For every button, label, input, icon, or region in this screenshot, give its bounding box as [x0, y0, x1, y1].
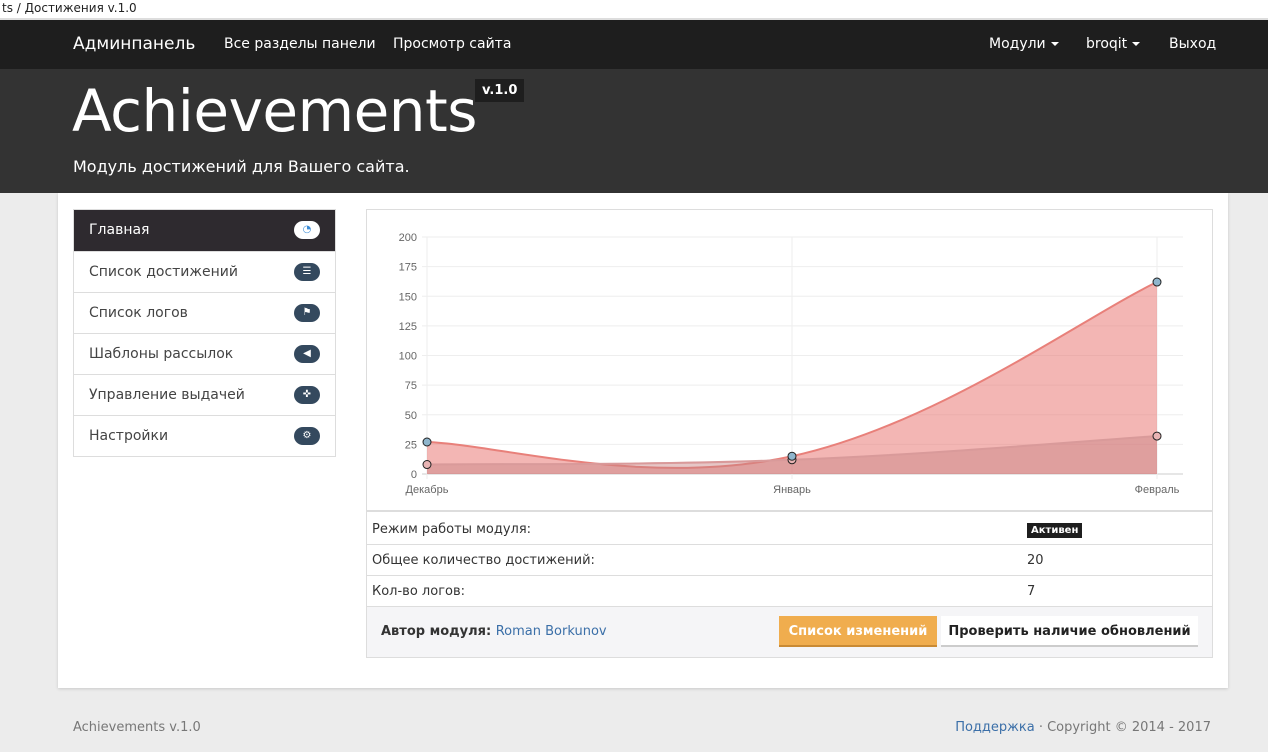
sidebar-item-label: Список достижений: [89, 264, 238, 280]
caret-down-icon: [1132, 42, 1141, 46]
author-info: Автор модуля: Roman Borkunov: [381, 624, 607, 639]
y-tick-label: 175: [399, 262, 417, 274]
x-tick-label: Декабрь: [406, 484, 449, 496]
y-tick-label: 150: [399, 291, 417, 303]
overview-panel: 0 25 50 75 100 125 150 175 200 Декабрь Январь Февра…: [366, 209, 1213, 658]
gear-icon: ⚙: [294, 427, 320, 445]
sidebar-item-label: Управление выдачей: [89, 387, 245, 403]
nav-view-site[interactable]: Просмотр сайта: [393, 20, 511, 69]
data-point: [1152, 277, 1162, 287]
author-link[interactable]: Roman Borkunov: [496, 624, 607, 639]
changelog-button[interactable]: Список изменений: [779, 616, 937, 647]
y-tick-label: 25: [405, 439, 417, 451]
browser-tab-title: ts / Достижения v.1.0: [2, 1, 137, 15]
x-tick-label: Февраль: [1135, 484, 1180, 496]
version-badge: v.1.0: [475, 79, 525, 102]
data-point: [422, 437, 432, 447]
sidebar-item-achievements[interactable]: Список достижений ☰: [74, 251, 335, 292]
support-link[interactable]: Поддержка: [955, 720, 1035, 735]
sidebar-item-label: Список логов: [89, 305, 188, 321]
stat-row-achievements: Общее количество достижений: 20: [367, 545, 1212, 576]
footer-copyright: Поддержка · Copyright © 2014 - 2017: [955, 720, 1211, 735]
nav-modules-label: Модули: [989, 36, 1046, 52]
y-tick-label: 100: [399, 351, 417, 363]
data-point: [787, 451, 797, 461]
status-badge: Активен: [1027, 523, 1083, 538]
bullhorn-icon: ◀: [294, 345, 320, 363]
y-tick-label: 125: [399, 321, 417, 333]
browser-tab-strip: ts / Достижения v.1.0: [0, 0, 1268, 20]
area-chart: 0 25 50 75 100 125 150 175 200 Декабрь Январь Февра…: [399, 232, 1183, 496]
caret-down-icon: [1050, 42, 1059, 46]
sidebar-item-logs[interactable]: Список логов ⚑: [74, 292, 335, 333]
nav-all-sections[interactable]: Все разделы панели: [224, 20, 376, 69]
author-label: Автор модуля:: [381, 624, 492, 639]
check-updates-button[interactable]: Проверить наличие обновлений: [941, 616, 1198, 647]
sidebar-item-mail-templates[interactable]: Шаблоны рассылок ◀: [74, 333, 335, 374]
sidebar-menu: Главная ◔ Список достижений ☰ Список логов…: [73, 209, 336, 457]
sidebar-item-label: Настройки: [89, 428, 169, 444]
list-icon: ☰: [294, 263, 320, 281]
navbar: Админпанель Все разделы панели Просмотр …: [0, 20, 1268, 69]
data-point: [422, 460, 432, 470]
sidebar-item-distribution[interactable]: Управление выдачей ✜: [74, 374, 335, 415]
stats-chart: 0 25 50 75 100 125 150 175 200 Декабрь Январь Февра…: [367, 210, 1212, 512]
x-tick-label: Январь: [773, 484, 811, 496]
stat-label: Общее количество достижений:: [372, 553, 595, 568]
data-point: [1152, 431, 1162, 441]
stat-value: 7: [1027, 584, 1036, 599]
stat-row-logs: Кол-во логов: 7: [367, 576, 1212, 607]
sidebar-item-settings[interactable]: Настройки ⚙: [74, 415, 335, 456]
panel-footer: Автор модуля: Roman Borkunov Список изме…: [367, 607, 1212, 657]
flag-icon: ⚑: [294, 304, 320, 322]
footer-version: Achievements v.1.0: [73, 720, 201, 735]
sidebar-item-label: Главная: [89, 222, 150, 238]
y-tick-label: 75: [405, 380, 417, 392]
y-tick-label: 50: [405, 410, 417, 422]
y-tick-label: 0: [411, 469, 417, 481]
page-title: Achievements: [72, 77, 478, 145]
sidebar-item-home[interactable]: Главная ◔: [74, 210, 335, 251]
stat-label: Кол-во логов:: [372, 584, 466, 599]
stat-row-mode: Режим работы модуля: Активен: [367, 514, 1212, 545]
dashboard-icon: ◔: [294, 221, 320, 239]
page-subtitle: Модуль достижений для Вашего сайта.: [73, 157, 410, 176]
copyright-text: · Copyright © 2014 - 2017: [1034, 720, 1211, 735]
nav-modules-dropdown[interactable]: Модули: [989, 20, 1059, 69]
brand-link[interactable]: Админпанель: [73, 20, 195, 69]
nav-logout[interactable]: Выход: [1169, 20, 1216, 69]
nav-user-dropdown[interactable]: broqit: [1086, 20, 1141, 69]
y-tick-label: 200: [399, 232, 417, 244]
nav-user-label: broqit: [1086, 36, 1128, 52]
sidebar-item-label: Шаблоны рассылок: [89, 346, 234, 362]
crosshairs-icon: ✜: [294, 386, 320, 404]
stat-label: Режим работы модуля:: [372, 522, 532, 537]
page-header: Achievements v.1.0 Модуль достижений для…: [0, 69, 1268, 193]
stat-value: 20: [1027, 553, 1044, 568]
